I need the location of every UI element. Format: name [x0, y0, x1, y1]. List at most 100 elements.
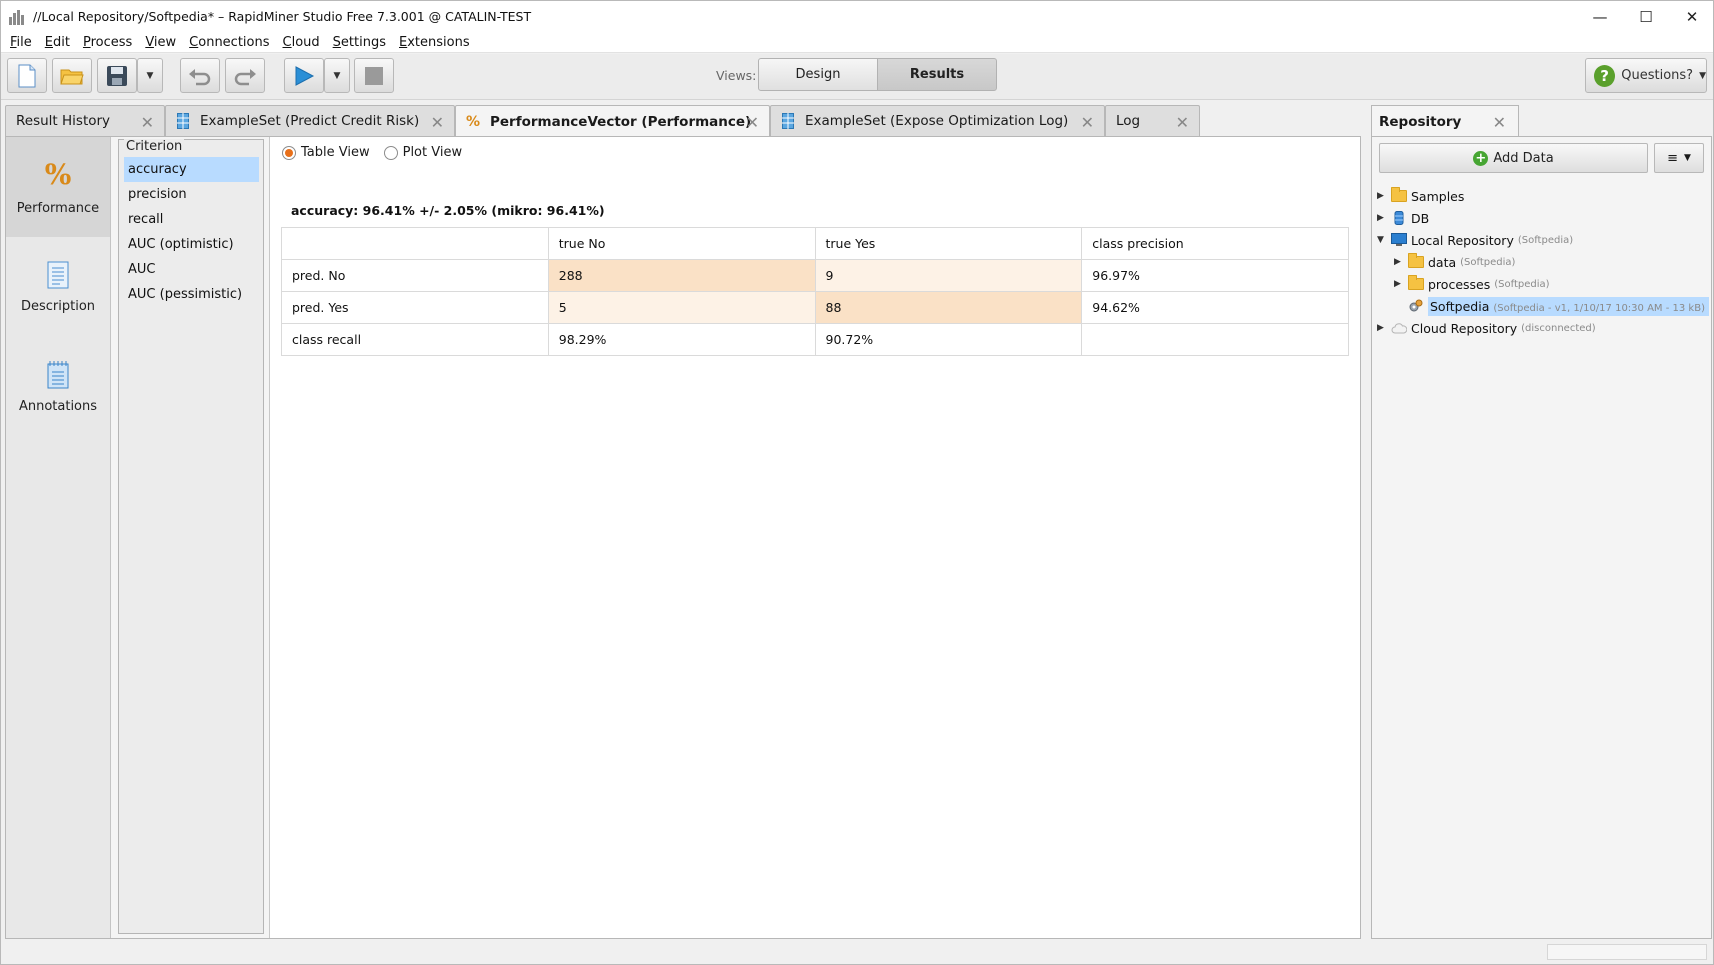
run-process-button[interactable]: [284, 58, 324, 93]
new-process-button[interactable]: [7, 58, 47, 93]
chevron-down-icon: ▼: [1683, 153, 1691, 163]
undo-icon: [189, 68, 211, 85]
tab-label: Log: [1116, 113, 1141, 129]
tree-item-local-repository[interactable]: ▼ Local Repository (Softpedia): [1377, 229, 1573, 251]
tree-item-note: (Softpedia): [1460, 256, 1516, 268]
add-data-button[interactable]: + Add Data: [1379, 143, 1648, 173]
tab-label: ExampleSet (Expose Optimization Log): [805, 113, 1069, 129]
menu-file[interactable]: File: [10, 35, 32, 50]
collapse-arrow-icon[interactable]: ▼: [1377, 235, 1387, 245]
row-label-cell: class recall: [281, 323, 549, 356]
menu-settings[interactable]: Settings: [333, 35, 386, 50]
tab-performancevector[interactable]: % PerformanceVector (Performance) ✕: [455, 105, 770, 137]
table-cell: 88: [814, 291, 1083, 324]
close-icon[interactable]: ✕: [746, 113, 759, 132]
menu-process[interactable]: Process: [83, 35, 132, 50]
menu-connections[interactable]: Connections: [189, 35, 269, 50]
criterion-item-auc-optimistic[interactable]: AUC (optimistic): [124, 232, 259, 257]
expand-arrow-icon[interactable]: ▶: [1394, 257, 1404, 267]
close-icon[interactable]: ✕: [141, 113, 154, 132]
tree-item-cloud-repository[interactable]: ▶ Cloud Repository (disconnected): [1377, 317, 1596, 339]
expand-arrow-icon[interactable]: ▶: [1394, 279, 1404, 289]
plot-view-radio[interactable]: Plot View: [383, 145, 462, 160]
tree-item-samples[interactable]: ▶ Samples: [1377, 185, 1464, 207]
design-view-button[interactable]: Design: [758, 58, 878, 91]
result-side-nav: % Performance Description Annotations: [6, 137, 111, 938]
save-process-button[interactable]: [97, 58, 137, 93]
tab-result-history[interactable]: Result History ✕: [5, 105, 165, 136]
tab-repository[interactable]: Repository ✕: [1371, 105, 1519, 137]
tab-log[interactable]: Log ✕: [1105, 105, 1200, 136]
expand-arrow-icon[interactable]: ▶: [1377, 213, 1387, 223]
tree-item-label: Local Repository: [1411, 232, 1514, 248]
gears-icon: [1407, 299, 1424, 313]
table-cell: 90.72%: [814, 323, 1083, 356]
criterion-item-accuracy[interactable]: accuracy: [124, 157, 259, 182]
table-cell: 98.29%: [547, 323, 816, 356]
table-view-radio[interactable]: Table View: [282, 145, 370, 160]
redo-button[interactable]: [225, 58, 265, 93]
repository-tab-label: Repository: [1379, 113, 1462, 130]
tree-item-label: Cloud Repository: [1411, 320, 1518, 336]
tree-item-db[interactable]: ▶ DB: [1377, 207, 1429, 229]
criterion-item-precision[interactable]: precision: [124, 182, 259, 207]
tree-item-processes[interactable]: ▶ processes (Softpedia): [1394, 273, 1550, 295]
tree-item-note: (Softpedia): [1494, 278, 1550, 290]
save-dropdown-button[interactable]: ▼: [137, 58, 163, 93]
result-tab-bar: Result History ✕ ExampleSet (Predict Cre…: [5, 105, 1361, 137]
notepad-icon: [47, 360, 69, 388]
menu-bar: File Edit Process View Connections Cloud…: [1, 32, 1713, 53]
performance-content: Table View Plot View accuracy: 96.41% +/…: [269, 137, 1360, 938]
chevron-down-icon: ▼: [146, 70, 154, 81]
expand-arrow-icon[interactable]: ▶: [1377, 323, 1387, 333]
criterion-item-recall[interactable]: recall: [124, 207, 259, 232]
repository-menu-button[interactable]: ≡ ▼: [1654, 143, 1704, 173]
close-icon[interactable]: ✕: [1081, 113, 1094, 132]
row-label-cell: pred. No: [281, 259, 549, 292]
menu-cloud[interactable]: Cloud: [283, 35, 320, 50]
table-cell: [1081, 323, 1349, 356]
radio-selected-icon: [282, 145, 296, 160]
close-icon[interactable]: ✕: [1493, 113, 1506, 132]
undo-button[interactable]: [180, 58, 220, 93]
criterion-item-auc[interactable]: AUC: [124, 257, 259, 282]
stop-process-button[interactable]: [354, 58, 394, 93]
tab-label: PerformanceVector (Performance): [490, 113, 752, 130]
menu-view[interactable]: View: [145, 35, 176, 50]
chevron-down-icon: ▼: [333, 70, 341, 81]
table-cell: 5: [547, 291, 816, 324]
tree-item-label: Softpedia: [1430, 298, 1490, 314]
table-header-cell: [281, 227, 549, 260]
tree-item-note: (Softpedia): [1517, 234, 1574, 246]
questions-button[interactable]: ? Questions? ▼: [1585, 58, 1707, 93]
close-icon[interactable]: ✕: [431, 113, 444, 132]
criterion-list: accuracy precision recall AUC (optimisti…: [124, 157, 259, 307]
confusion-matrix-table: true No true Yes class precision pred. N…: [281, 227, 1349, 356]
tree-item-selection: Softpedia (Softpedia - v1, 1/10/17 10:30 …: [1428, 296, 1709, 316]
folder-icon: [1407, 253, 1424, 269]
database-icon: [1390, 211, 1407, 225]
criterion-item-auc-pessimistic[interactable]: AUC (pessimistic): [124, 282, 259, 307]
percent-icon: %: [44, 158, 72, 191]
menu-extensions[interactable]: Extensions: [399, 35, 470, 50]
cloud-icon: [1390, 321, 1407, 335]
tree-item-softpedia-process[interactable]: Softpedia (Softpedia - v1, 1/10/17 10:30 …: [1404, 295, 1709, 317]
add-data-label: Add Data: [1493, 150, 1554, 166]
minimize-button[interactable]: —: [1577, 1, 1623, 32]
table-row: pred. No 288 9 96.97%: [281, 259, 1349, 292]
tab-exampleset-expose-optimization-log[interactable]: ExampleSet (Expose Optimization Log) ✕: [770, 105, 1105, 136]
run-dropdown-button[interactable]: ▼: [324, 58, 350, 93]
close-window-button[interactable]: ✕: [1669, 1, 1713, 32]
side-nav-annotations[interactable]: Annotations: [6, 337, 110, 437]
side-nav-performance[interactable]: % Performance: [6, 137, 110, 237]
maximize-button[interactable]: ☐: [1623, 1, 1669, 32]
results-view-button[interactable]: Results: [877, 58, 997, 91]
side-nav-description[interactable]: Description: [6, 237, 110, 337]
tree-item-data[interactable]: ▶ data (Softpedia): [1394, 251, 1515, 273]
plus-circle-icon: +: [1473, 150, 1489, 166]
expand-arrow-icon[interactable]: ▶: [1377, 191, 1387, 201]
tab-exampleset-predict-credit-risk[interactable]: ExampleSet (Predict Credit Risk) ✕: [165, 105, 455, 136]
open-process-button[interactable]: [52, 58, 92, 93]
menu-edit[interactable]: Edit: [45, 35, 70, 50]
close-icon[interactable]: ✕: [1176, 113, 1189, 132]
